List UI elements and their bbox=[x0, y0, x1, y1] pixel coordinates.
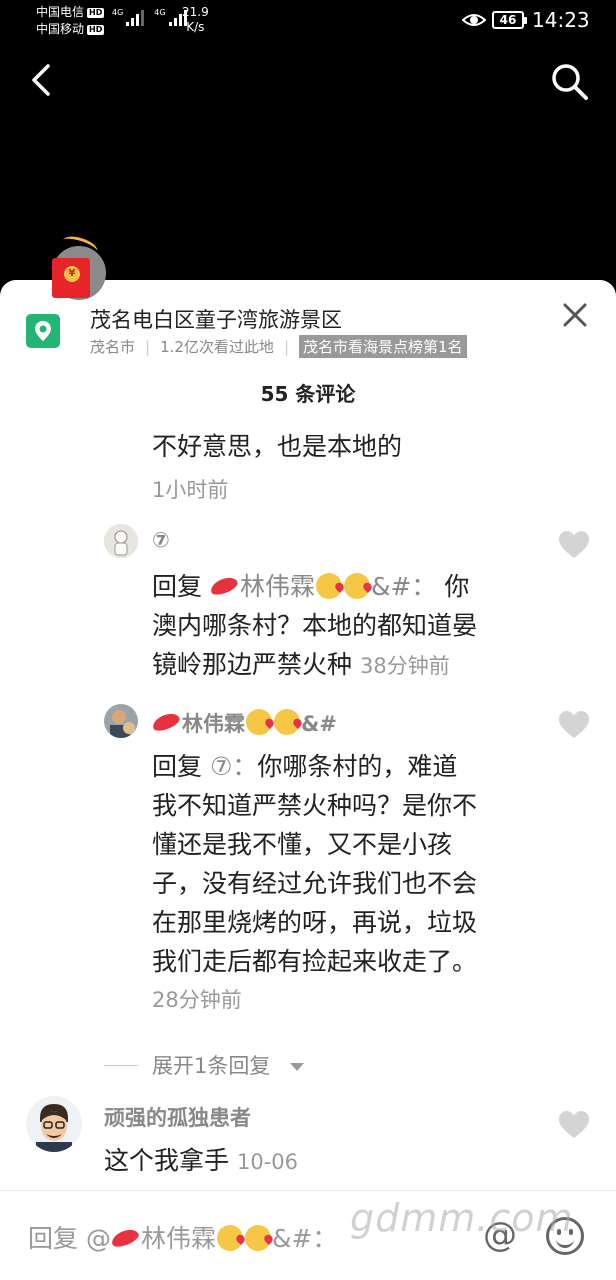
red-packet-icon[interactable]: ¥ bbox=[52, 232, 106, 300]
expand-replies-label: 展开1条回复 bbox=[152, 1054, 271, 1078]
comment-text: 回复 ⑦：你哪条村的，难道 bbox=[152, 752, 458, 781]
comment-time: 28分钟前 bbox=[152, 988, 242, 1012]
reply-input[interactable]: 回复 @ 林伟霖 &#： bbox=[28, 1219, 337, 1255]
avatar[interactable] bbox=[104, 704, 138, 738]
carrier-info: 中国电信 HD 中国移动 HD bbox=[36, 4, 105, 38]
comment-time: 1小时前 bbox=[152, 478, 229, 502]
comment-text: 这个我拿手 10-06 bbox=[104, 1146, 298, 1175]
kiss-emoji-icon bbox=[216, 1225, 243, 1251]
close-icon[interactable] bbox=[560, 300, 590, 330]
kiss-emoji-icon bbox=[244, 1225, 271, 1251]
lips-emoji-icon bbox=[150, 710, 182, 734]
clock: 14:23 bbox=[532, 8, 590, 32]
heart-icon[interactable] bbox=[558, 710, 590, 740]
hd-badge: HD bbox=[87, 24, 105, 35]
comment-text: 懂还是我不懂，又不是小孩 bbox=[152, 830, 453, 859]
back-arrow-icon[interactable] bbox=[24, 58, 60, 102]
rank-tag[interactable]: 茂名市看海景点榜第1名 bbox=[299, 335, 467, 358]
comment-text: 不好意思，也是本地的 bbox=[152, 432, 403, 461]
heart-icon[interactable] bbox=[558, 1110, 590, 1140]
signal-icons: 4G 4G bbox=[112, 8, 187, 26]
comment-author[interactable]: 林伟霖 &# bbox=[150, 708, 337, 738]
location-city: 茂名市 bbox=[90, 338, 136, 356]
comment-text: 在那里烧烤的呀，再说，垃圾 bbox=[152, 908, 478, 937]
kiss-emoji-icon bbox=[274, 709, 300, 735]
eye-icon bbox=[462, 14, 486, 26]
carrier-1: 中国电信 bbox=[36, 5, 85, 19]
comment-text: 镜岭那边严禁火种 38分钟前 bbox=[152, 650, 450, 679]
comment-text: 我不知道严禁火种吗？是你不 bbox=[152, 791, 478, 820]
caret-down-icon bbox=[290, 1063, 305, 1071]
signal-icon: 4G bbox=[112, 8, 145, 26]
comment-sheet: 茂名电白区童子湾旅游景区 茂名市 | 1.2亿次看过此地 | 茂名市看海景点榜第… bbox=[0, 280, 616, 1280]
carrier-2: 中国移动 bbox=[36, 22, 85, 36]
avatar[interactable] bbox=[26, 1096, 82, 1152]
battery-icon: 46 bbox=[492, 11, 527, 29]
comment-time: 38分钟前 bbox=[359, 654, 450, 678]
divider bbox=[104, 1064, 138, 1066]
comment-author[interactable]: 顽强的孤独患者 bbox=[104, 1102, 251, 1132]
location-title[interactable]: 茂名电白区童子湾旅游景区 bbox=[90, 304, 342, 334]
lips-emoji-icon bbox=[208, 574, 240, 598]
comment-count: 55 条评论 bbox=[260, 382, 356, 406]
search-icon[interactable] bbox=[548, 60, 592, 104]
comment-text: 我们走后都有捡起来收走了。 bbox=[152, 947, 478, 976]
kiss-emoji-icon bbox=[246, 709, 272, 735]
comment-author[interactable]: ⑦ bbox=[152, 528, 170, 552]
comment-time: 10-06 bbox=[236, 1150, 298, 1174]
location-views: 1.2亿次看过此地 bbox=[160, 338, 274, 356]
avatar[interactable] bbox=[104, 524, 138, 558]
comment-text: 澳内哪条村？本地的都知道晏 bbox=[152, 611, 478, 640]
hd-badge: HD bbox=[87, 7, 105, 18]
network-speed: 21.9 K/s bbox=[182, 5, 209, 34]
expand-replies-button[interactable]: 展开1条回复 bbox=[104, 1050, 305, 1080]
location-pin-icon bbox=[26, 314, 60, 348]
watermark: gdmm.com bbox=[350, 1196, 574, 1240]
comment-text: 回复 林伟霖 &#： 你 bbox=[152, 572, 470, 601]
heart-icon[interactable] bbox=[558, 530, 590, 560]
lips-emoji-icon bbox=[109, 1226, 141, 1250]
kiss-emoji-icon bbox=[343, 573, 370, 599]
status-bar: 中国电信 HD 中国移动 HD 4G 4G 21.9 K/s 46 14:23 bbox=[0, 0, 616, 44]
comment-text: 子，没有经过允许我们也不会 bbox=[152, 869, 478, 898]
location-meta: 茂名市 | 1.2亿次看过此地 | 茂名市看海景点榜第1名 bbox=[90, 335, 467, 358]
kiss-emoji-icon bbox=[315, 573, 342, 599]
